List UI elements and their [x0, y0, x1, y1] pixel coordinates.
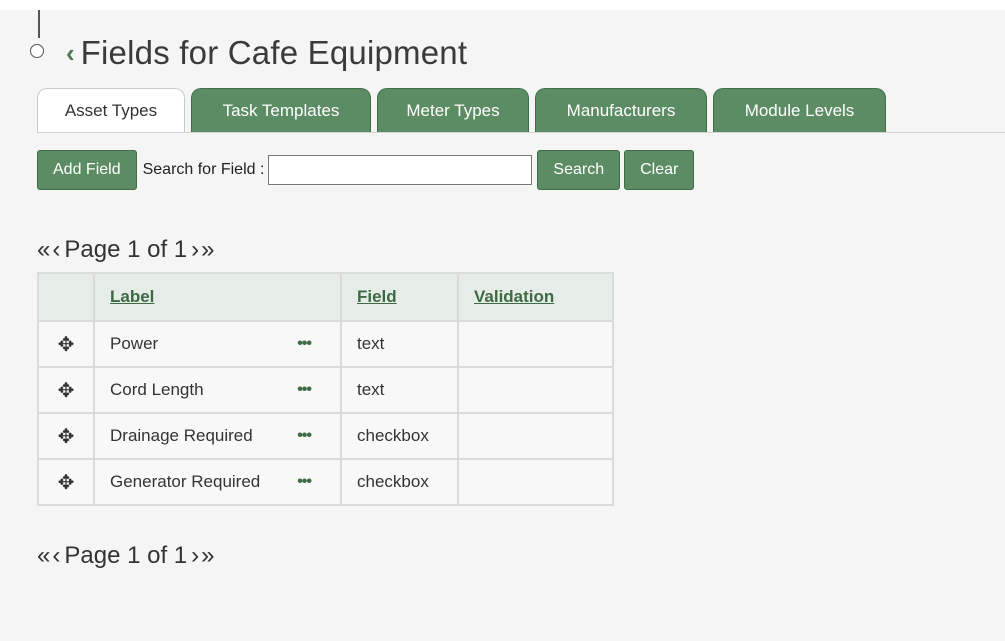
more-options-icon[interactable]: •••	[297, 335, 312, 353]
row-field-type: text	[340, 366, 459, 414]
title-row: ‹ Fields for Cafe Equipment	[66, 34, 467, 72]
more-options-icon[interactable]: •••	[297, 473, 312, 491]
row-field-type: text	[340, 320, 459, 368]
top-bar	[0, 0, 1005, 10]
row-field-type: checkbox	[340, 412, 459, 460]
first-page-icon[interactable]: «	[37, 236, 50, 264]
fields-table: Label Field Validation ✥ Power ••• text ✥…	[37, 272, 614, 506]
pagination-bottom: « ‹ Page 1 of 1 › »	[37, 542, 214, 570]
row-validation	[457, 458, 614, 506]
row-validation	[457, 320, 614, 368]
next-page-icon[interactable]: ›	[191, 542, 199, 570]
drag-handle-icon[interactable]: ✥	[58, 380, 75, 402]
tab-task-templates[interactable]: Task Templates	[191, 88, 371, 132]
first-page-icon[interactable]: «	[37, 542, 50, 570]
clear-button[interactable]: Clear	[624, 150, 695, 190]
search-label: Search for Field :	[142, 161, 265, 178]
back-chevron-icon[interactable]: ‹	[66, 40, 75, 66]
add-field-button[interactable]: Add Field	[37, 150, 137, 190]
validation-header: Validation	[457, 272, 614, 322]
row-label: Power	[110, 334, 159, 353]
toolbar: Add Field Search for Field : Search Clea…	[37, 150, 695, 190]
drag-handle-icon[interactable]: ✥	[58, 334, 75, 356]
table-row: ✥ Cord Length ••• text	[37, 366, 614, 414]
page-indicator: Page 1 of 1	[64, 542, 188, 569]
row-validation	[457, 412, 614, 460]
timeline-line	[38, 10, 40, 38]
sort-field-link[interactable]: Field	[357, 287, 397, 306]
field-header: Field	[340, 272, 459, 322]
row-label: Drainage Required	[110, 426, 253, 445]
page-title: Fields for Cafe Equipment	[80, 34, 468, 71]
sort-validation-link[interactable]: Validation	[474, 287, 554, 306]
drag-handle-icon[interactable]: ✥	[58, 426, 75, 448]
table-row: ✥ Generator Required ••• checkbox	[37, 458, 614, 506]
more-options-icon[interactable]: •••	[297, 381, 312, 399]
label-header: Label	[93, 272, 342, 322]
row-label: Cord Length	[110, 380, 204, 399]
tab-asset-types[interactable]: Asset Types	[37, 88, 185, 132]
tab-meter-types[interactable]: Meter Types	[377, 88, 529, 132]
tab-bar: Asset Types Task Templates Meter Types M…	[37, 88, 892, 132]
handle-header	[37, 272, 95, 322]
table-row: ✥ Power ••• text	[37, 320, 614, 368]
row-label: Generator Required	[110, 472, 261, 491]
row-field-type: checkbox	[340, 458, 459, 506]
sort-label-link[interactable]: Label	[110, 287, 154, 306]
more-options-icon[interactable]: •••	[297, 427, 312, 445]
search-input[interactable]	[268, 155, 533, 185]
search-button[interactable]: Search	[537, 150, 621, 190]
page-indicator: Page 1 of 1	[64, 236, 188, 263]
table-header-row: Label Field Validation	[37, 272, 614, 322]
next-page-icon[interactable]: ›	[191, 236, 199, 264]
prev-page-icon[interactable]: ‹	[52, 542, 60, 570]
tab-manufacturers[interactable]: Manufacturers	[535, 88, 707, 132]
last-page-icon[interactable]: »	[201, 236, 214, 264]
pagination-top: « ‹ Page 1 of 1 › »	[37, 236, 214, 264]
last-page-icon[interactable]: »	[201, 542, 214, 570]
tab-bar-divider	[37, 132, 1005, 133]
prev-page-icon[interactable]: ‹	[52, 236, 60, 264]
table-row: ✥ Drainage Required ••• checkbox	[37, 412, 614, 460]
drag-handle-icon[interactable]: ✥	[58, 472, 75, 494]
tab-module-levels[interactable]: Module Levels	[713, 88, 886, 132]
row-validation	[457, 366, 614, 414]
timeline-node-icon	[30, 44, 44, 58]
